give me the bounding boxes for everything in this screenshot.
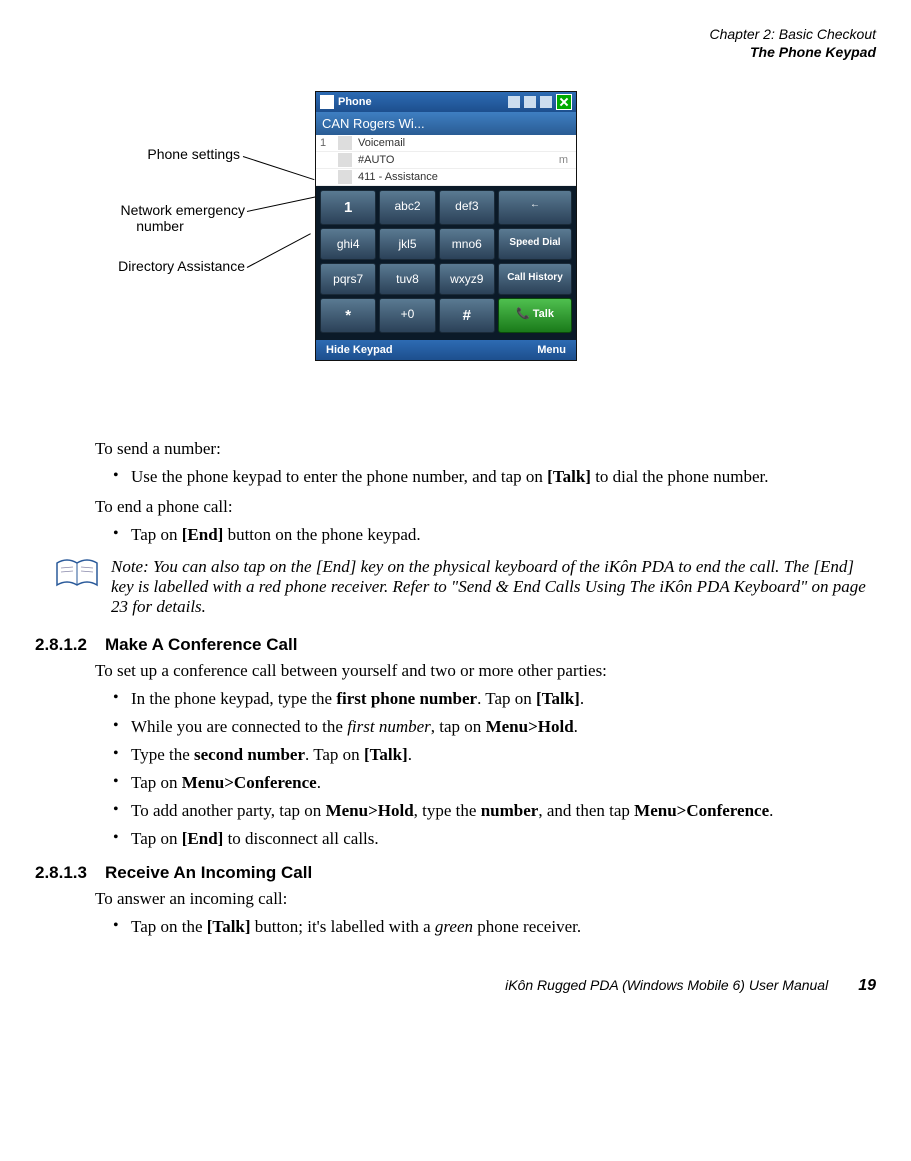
list-item-auto[interactable]: #AUTO m (316, 152, 576, 169)
send-number-intro: To send a number: (95, 439, 876, 459)
volume-icon[interactable] (540, 96, 552, 108)
voicemail-icon (338, 136, 352, 150)
callout-line (247, 196, 318, 212)
app-title: Phone (338, 96, 372, 108)
section-label: The Phone Keypad (35, 43, 876, 61)
phone-titlebar: Phone (316, 92, 576, 112)
end-call-intro: To end a phone call: (95, 497, 876, 517)
callout-line (247, 234, 311, 269)
list-item: In the phone keypad, type the first phon… (117, 689, 876, 709)
list-item: Tap on the [Talk] button; it's labelled … (117, 917, 876, 937)
page-number: 19 (858, 977, 876, 995)
contact-icon (338, 170, 352, 184)
carrier-label: CAN Rogers Wi... (316, 112, 576, 135)
key-0[interactable]: +0 (379, 298, 435, 333)
key-3[interactable]: def3 (439, 190, 495, 225)
heading-receive-call: 2.8.1.3Receive An Incoming Call (35, 863, 876, 883)
list-item-411[interactable]: 411 - Assistance (316, 169, 576, 186)
list-item: To add another party, tap on Menu>Hold, … (117, 801, 876, 821)
heading-conference-call: 2.8.1.2Make A Conference Call (35, 635, 876, 655)
speed-dial-list: 1 Voicemail #AUTO m 411 - Assistance (316, 135, 576, 186)
softkey-bar: Hide Keypad Menu (316, 340, 576, 360)
key-5[interactable]: jkl5 (379, 228, 435, 260)
close-icon[interactable] (556, 94, 572, 110)
page-footer: iKôn Rugged PDA (Windows Mobile 6) User … (35, 977, 876, 995)
key-9[interactable]: wxyz9 (439, 263, 495, 295)
call-history-button[interactable]: Call History (498, 263, 572, 295)
key-8[interactable]: tuv8 (379, 263, 435, 295)
callout-network-emergency: Network emergency number (75, 203, 245, 234)
list-item-voicemail[interactable]: 1 Voicemail (316, 135, 576, 152)
list-item: Use the phone keypad to enter the phone … (117, 467, 876, 487)
key-4[interactable]: ghi4 (320, 228, 376, 260)
list-item: While you are connected to the first num… (117, 717, 876, 737)
callout-directory-assistance: Directory Assistance (75, 259, 245, 274)
backspace-button[interactable]: ← (498, 190, 572, 225)
windows-start-icon[interactable] (320, 95, 334, 109)
page-header: Chapter 2: Basic Checkout The Phone Keyp… (35, 25, 876, 61)
key-hash[interactable]: # (439, 298, 495, 333)
note-block: Note: You can also tap on the [End] key … (35, 557, 876, 617)
phone-keypad: 1 abc2 def3 ← ghi4 jkl5 mno6 Speed Dial … (316, 186, 576, 340)
body-content: To send a number: Use the phone keypad t… (95, 439, 876, 545)
chapter-label: Chapter 2: Basic Checkout (35, 25, 876, 43)
list-item: Type the second number. Tap on [Talk]. (117, 745, 876, 765)
key-6[interactable]: mno6 (439, 228, 495, 260)
key-7[interactable]: pqrs7 (320, 263, 376, 295)
list-item: Tap on [End] to disconnect all calls. (117, 829, 876, 849)
figure-phone-keypad: Phone settings Network emergency number … (35, 91, 876, 431)
key-2[interactable]: abc2 (379, 190, 435, 225)
phone-screenshot: Phone CAN Rogers Wi... 1 Voicemail #AUTO… (315, 91, 577, 361)
list-item: Tap on [End] button on the phone keypad. (117, 525, 876, 545)
softkey-right[interactable]: Menu (537, 344, 566, 356)
softkey-left[interactable]: Hide Keypad (326, 344, 393, 356)
callout-phone-settings: Phone settings (80, 147, 240, 162)
key-1[interactable]: 1 (320, 190, 376, 225)
speed-dial-button[interactable]: Speed Dial (498, 228, 572, 260)
callout-line (243, 156, 315, 180)
receive-intro: To answer an incoming call: (95, 889, 876, 909)
manual-title: iKôn Rugged PDA (Windows Mobile 6) User … (505, 977, 828, 993)
note-text: Note: You can also tap on the [End] key … (111, 557, 876, 617)
book-icon (55, 557, 99, 589)
list-item: Tap on Menu>Conference. (117, 773, 876, 793)
signal-icon[interactable] (524, 96, 536, 108)
contact-icon (338, 153, 352, 167)
conference-intro: To set up a conference call between your… (95, 661, 876, 681)
key-star[interactable]: * (320, 298, 376, 333)
talk-button[interactable]: 📞 Talk (498, 298, 572, 333)
connectivity-icon[interactable] (508, 96, 520, 108)
